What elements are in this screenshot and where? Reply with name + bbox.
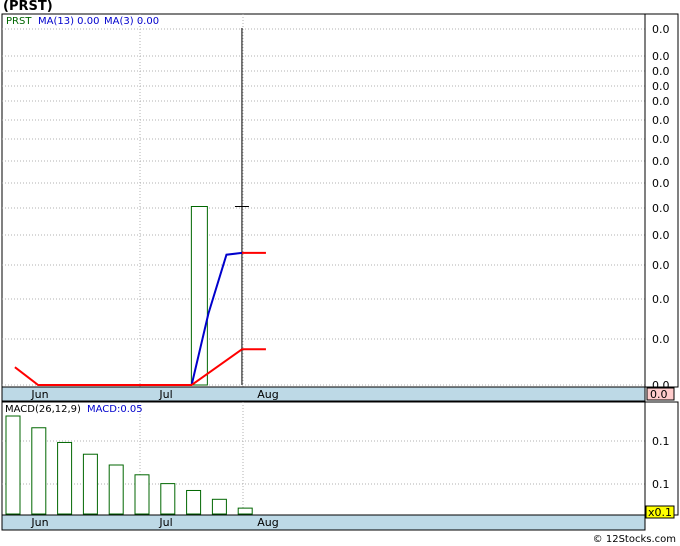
macd-multiplier-label: x0.1 bbox=[648, 506, 672, 519]
macd-histogram-bar bbox=[134, 474, 150, 515]
site-credit: © 12Stocks.com bbox=[592, 534, 676, 545]
price-y-tick-label: 0.0 bbox=[652, 65, 670, 78]
macd-histogram-bar bbox=[5, 415, 21, 515]
price-y-tick-label: 0.0 bbox=[652, 229, 670, 242]
macd-x-tick-label: Jul bbox=[158, 516, 172, 529]
macd-x-tick-label: Jun bbox=[30, 516, 48, 529]
macd-histogram-bar bbox=[31, 427, 47, 515]
price-x-tick-label: Jun bbox=[30, 388, 48, 401]
price-x-axis-band bbox=[1, 386, 646, 402]
macd-y-tick-label: 0.1 bbox=[652, 478, 670, 491]
stock-chart: 0.0 0.0 0.0 0.0 0.0 0.0 0.0 0.0 0.0 0.0 0.0 0.0 0.0 0… bbox=[1, 13, 679, 531]
macd-panel-frame bbox=[1, 401, 679, 516]
macd-histogram-bar bbox=[108, 464, 124, 515]
price-y-tick-label: 0.0 bbox=[652, 114, 670, 127]
price-x-tick-label: Aug bbox=[257, 388, 278, 401]
macd-histogram-bar bbox=[57, 441, 73, 515]
macd-histogram-bar bbox=[237, 507, 253, 515]
price-y-tick-label: 0.0 bbox=[652, 293, 670, 306]
price-y-tick-label: 0.0 bbox=[652, 133, 670, 146]
price-y-tick-label: 0.0 bbox=[652, 80, 670, 93]
price-y-tick-label: 0.0 bbox=[652, 23, 670, 36]
price-y-tick-label: 0.0 bbox=[652, 50, 670, 63]
macd-histogram-bar bbox=[186, 489, 202, 515]
price-x-tick-label: Jul bbox=[158, 388, 172, 401]
macd-x-axis-band bbox=[1, 514, 646, 531]
macd-legend-value: MACD:0.05 bbox=[87, 404, 143, 415]
macd-y-tick-label: 0.1 bbox=[652, 435, 670, 448]
last-value-label: 0.0 bbox=[650, 388, 668, 401]
price-y-tick-label: 0.0 bbox=[652, 202, 670, 215]
price-legend-item: MA(3) 0.00 bbox=[104, 16, 159, 27]
price-y-tick-label: 0.0 bbox=[652, 155, 670, 168]
macd-histogram-bar bbox=[211, 498, 227, 515]
price-y-tick-label: 0.0 bbox=[652, 333, 670, 346]
price-y-tick-label: 0.0 bbox=[652, 95, 670, 108]
price-y-tick-label: 0.0 bbox=[652, 177, 670, 190]
macd-histogram-bar bbox=[82, 453, 98, 515]
macd-histogram-bar bbox=[160, 483, 176, 515]
price-candle bbox=[190, 206, 208, 386]
macd-x-tick-label: Aug bbox=[257, 516, 278, 529]
macd-legend-title: MACD(26,12,9) bbox=[5, 404, 81, 415]
price-legend-item: MA(13) 0.00 bbox=[38, 16, 99, 27]
price-panel-frame bbox=[1, 13, 679, 388]
price-legend-item: PRST bbox=[6, 16, 32, 27]
price-y-tick-label: 0.0 bbox=[652, 259, 670, 272]
